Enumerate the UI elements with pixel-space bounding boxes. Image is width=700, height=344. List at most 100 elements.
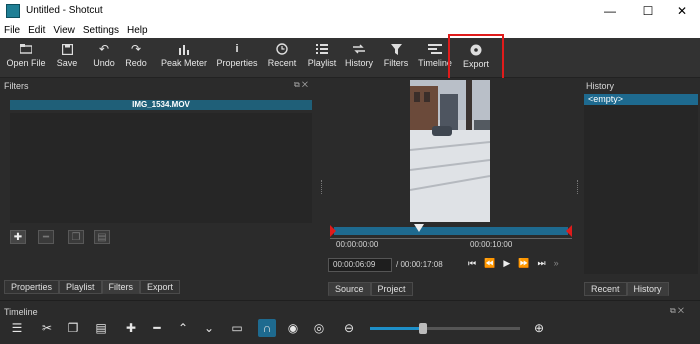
split-icon[interactable]: ▭	[228, 319, 246, 337]
title-bar: Untitled - Shotcut — ☐ ✕	[0, 0, 700, 22]
filters-panel: Filters ⧉ ✕ IMG_1534.MOV ✚ ━ ❐ ▤ Propert…	[0, 78, 322, 300]
ruler-start-label: 00:00:00:00	[336, 240, 379, 249]
history-tab-bar: Recent History	[584, 282, 669, 296]
save-button[interactable]: Save	[52, 40, 82, 76]
open-file-label: Open File	[6, 58, 46, 68]
filters-button[interactable]: Filters	[380, 40, 412, 76]
fast-forward-icon[interactable]: ⏩	[518, 258, 529, 269]
properties-button[interactable]: i Properties	[214, 40, 260, 76]
export-disc-icon	[470, 41, 482, 59]
peak-meter-icon	[178, 40, 190, 58]
peak-meter-label: Peak Meter	[160, 58, 208, 68]
left-tab-bar: Properties Playlist Filters Export	[4, 280, 181, 294]
time-ruler: 00:00:00:00 00:00:10:00	[330, 238, 572, 250]
playlist-label: Playlist	[307, 58, 337, 68]
zoom-out-icon[interactable]: ⊖	[340, 319, 358, 337]
add-filter-button[interactable]: ✚	[10, 230, 26, 244]
tab-history[interactable]: History	[626, 282, 669, 296]
copy-filter-button[interactable]: ❐	[68, 230, 84, 244]
scrub-bar[interactable]	[330, 224, 572, 238]
tab-project[interactable]: Project	[370, 282, 413, 296]
menu-file[interactable]: File	[4, 25, 20, 36]
app-icon	[6, 4, 20, 18]
total-time-label: / 00:00:17:08	[396, 260, 443, 269]
paste-icon[interactable]: ▤	[92, 319, 110, 337]
main-toolbar: Open File Save ↶ Undo ↷ Redo Peak Meter …	[0, 34, 700, 80]
undo-label: Undo	[93, 58, 115, 68]
menu-edit[interactable]: Edit	[28, 25, 45, 36]
snap-magnet-icon[interactable]: ∩	[258, 319, 276, 337]
timeline-menu-icon[interactable]: ☰	[8, 319, 26, 337]
menu-help[interactable]: Help	[127, 25, 148, 36]
minimize-button[interactable]: —	[592, 0, 628, 22]
in-point-marker[interactable]	[330, 225, 336, 237]
tab-recent[interactable]: Recent	[584, 282, 627, 296]
peak-meter-button[interactable]: Peak Meter	[160, 40, 208, 76]
save-icon	[61, 40, 73, 58]
play-icon[interactable]: ▶	[503, 258, 510, 269]
zoom-slider-handle[interactable]	[418, 323, 427, 334]
append-icon[interactable]: ✚	[122, 319, 140, 337]
paste-filter-button[interactable]: ▤	[94, 230, 110, 244]
playlist-icon	[316, 40, 328, 58]
history-icon	[353, 40, 365, 58]
history-label: History	[344, 58, 373, 68]
filter-list[interactable]	[10, 113, 312, 223]
player-panel: 00:00:00:00 00:00:10:00 00:00:06:09 / 00…	[324, 78, 578, 300]
tab-source[interactable]: Source	[328, 282, 371, 296]
menu-settings[interactable]: Settings	[83, 25, 119, 36]
lift-icon[interactable]: ⌃	[174, 319, 192, 337]
history-panel: History <empty> Recent History	[582, 78, 700, 300]
export-button[interactable]: Export	[448, 34, 504, 80]
scrub-eye-icon[interactable]: ◉	[284, 319, 302, 337]
history-list[interactable]: <empty>	[584, 94, 698, 274]
timeline-icon	[428, 40, 442, 58]
playhead[interactable]	[414, 224, 424, 232]
close-button[interactable]: ✕	[664, 0, 700, 22]
tab-filters[interactable]: Filters	[101, 280, 141, 294]
video-preview	[410, 80, 490, 222]
timeline-label: Timeline	[418, 58, 452, 68]
properties-label: Properties	[216, 58, 258, 68]
rewind-icon[interactable]: ⏪	[484, 258, 495, 269]
remove-filter-button[interactable]: ━	[38, 230, 54, 244]
timeline-title: Timeline	[4, 307, 38, 317]
undo-button[interactable]: ↶ Undo	[89, 40, 119, 76]
ruler-mid-label: 00:00:10:00	[470, 240, 513, 249]
splitter-handle-right[interactable]	[577, 180, 579, 194]
skip-next-icon[interactable]: ⏭	[537, 258, 545, 269]
skip-previous-icon[interactable]: ⏮	[468, 258, 476, 269]
cut-icon[interactable]: ✂	[38, 319, 56, 337]
history-item[interactable]: <empty>	[584, 94, 698, 105]
history-button[interactable]: History	[342, 40, 376, 76]
undo-icon: ↶	[98, 42, 110, 56]
save-label: Save	[56, 58, 78, 68]
menu-bar: File Edit View Settings Help	[0, 22, 700, 38]
copy-icon: ❐	[71, 231, 81, 243]
more-icon[interactable]: »	[554, 258, 559, 269]
tab-export[interactable]: Export	[140, 280, 181, 294]
splitter-handle[interactable]	[321, 180, 323, 194]
tab-properties[interactable]: Properties	[4, 280, 60, 294]
open-file-button[interactable]: Open File	[6, 40, 46, 76]
overwrite-icon[interactable]: ⌄	[200, 319, 218, 337]
ripple-target-icon[interactable]: ◎	[310, 319, 328, 337]
menu-view[interactable]: View	[53, 25, 75, 36]
scrub-range	[334, 227, 568, 235]
recent-button[interactable]: Recent	[265, 40, 299, 76]
out-point-marker[interactable]	[566, 225, 572, 237]
playlist-button[interactable]: Playlist	[304, 40, 340, 76]
timeline-dock-buttons[interactable]: ⧉ ✕	[670, 306, 684, 316]
export-label: Export	[462, 59, 489, 69]
filters-label: Filters	[383, 58, 409, 68]
info-icon: i	[235, 43, 239, 55]
zoom-in-icon[interactable]: ⊕	[530, 319, 548, 337]
zoom-slider[interactable]	[370, 323, 520, 334]
tab-playlist[interactable]: Playlist	[59, 280, 102, 294]
ripple-delete-icon[interactable]: ━	[148, 319, 166, 337]
filters-dock-buttons[interactable]: ⧉ ✕	[294, 80, 308, 90]
copy-icon[interactable]: ❐	[64, 319, 82, 337]
maximize-button[interactable]: ☐	[630, 0, 666, 22]
current-time-field[interactable]: 00:00:06:09	[328, 258, 392, 272]
redo-button[interactable]: ↷ Redo	[121, 40, 151, 76]
